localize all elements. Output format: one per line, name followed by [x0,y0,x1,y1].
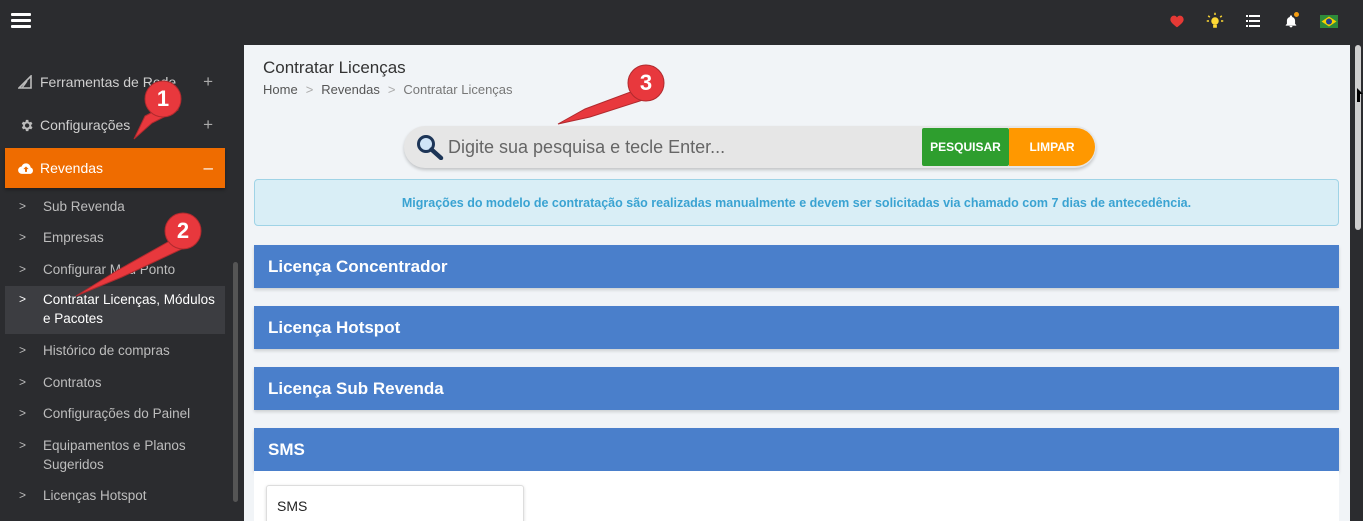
annotation-badge-3: 3 [639,70,653,95]
sidebar-subitem-historico-compras[interactable]: > Histórico de compras [5,341,225,360]
top-icons [1167,11,1339,31]
breadcrumb-separator: > [305,82,314,97]
search-bar: PESQUISAR LIMPAR [404,126,1096,168]
sidebar-subitem-configuracoes-painel[interactable]: > Configurações do Painel [5,404,225,423]
sidebar-item-settings[interactable]: Configurações + [5,105,225,145]
page-title: Contratar Licenças [263,58,406,77]
list-icon[interactable] [1243,11,1263,31]
sidebar-item-network-tools[interactable]: Ferramentas de Rede + [5,62,225,102]
sidebar-item-revendas[interactable]: Revendas – [5,148,225,188]
info-alert: Migrações do modelo de contratação são r… [254,179,1339,226]
chevron-right-icon: > [19,199,27,213]
sidebar-subitem-contratos[interactable]: > Contratos [5,373,225,392]
heart-icon[interactable] [1167,11,1187,31]
cloud-upload-icon [17,159,35,177]
annotation-badge-2: 2 [176,218,190,243]
panel-licenca-concentrador[interactable]: Licença Concentrador [254,245,1339,288]
notification-dot [1293,11,1300,18]
gear-icon [17,116,35,134]
sidebar-scrollbar[interactable] [233,262,238,502]
bell-icon[interactable] [1281,11,1301,31]
search-input[interactable] [448,131,918,163]
chevron-right-icon: > [19,406,27,420]
sidebar-subitem-configurar-meu-ponto[interactable]: > Configurar Meu Ponto [5,260,225,279]
hamburger-menu-icon[interactable] [11,13,31,28]
mouse-cursor-icon [1357,88,1363,107]
collapse-icon[interactable]: – [204,158,213,178]
brazil-flag-icon[interactable] [1319,11,1339,31]
breadcrumb: Home > Revendas > Contratar Licenças [263,82,513,97]
panel-licenca-sub-revenda[interactable]: Licença Sub Revenda [254,367,1339,410]
sidebar-subitem-licencas-hotspot[interactable]: > Licenças Hotspot [5,486,225,505]
chevron-right-icon: > [19,438,27,452]
chevron-right-icon: > [19,230,27,244]
network-tools-icon [17,73,35,91]
sidebar-subitem-equipamentos-planos[interactable]: > Equipamentos e Planos Sugeridos [5,436,225,474]
sidebar: Ferramentas de Rede + Configurações + Re… [0,42,232,521]
chevron-right-icon: > [19,375,27,389]
sms-card[interactable]: SMS [266,485,524,521]
page-scrollbar[interactable] [1355,45,1361,230]
breadcrumb-home[interactable]: Home [263,82,298,97]
breadcrumb-separator: > [387,82,396,97]
search-icon [416,134,444,165]
chevron-right-icon: > [19,488,27,502]
sidebar-item-label: Configurações [40,117,131,133]
lightbulb-icon[interactable] [1205,11,1225,31]
expand-icon[interactable]: + [203,72,213,92]
chevron-right-icon: > [19,343,27,357]
clear-button[interactable]: LIMPAR [1009,128,1095,166]
panel-sms[interactable]: SMS [254,428,1339,471]
top-bar [0,0,1363,42]
breadcrumb-current: Contratar Licenças [403,82,513,97]
chevron-right-icon: > [19,292,27,306]
main-content: Contratar Licenças Home > Revendas > Con… [244,45,1350,521]
sidebar-item-label: Revendas [40,160,104,176]
expand-icon[interactable]: + [203,115,213,135]
panel-licenca-hotspot[interactable]: Licença Hotspot [254,306,1339,349]
search-button[interactable]: PESQUISAR [922,128,1009,166]
panel-sms-body: SMS [254,471,1339,521]
breadcrumb-revendas[interactable]: Revendas [321,82,380,97]
annotation-badge-1: 1 [156,86,170,111]
sidebar-subitem-sub-revenda[interactable]: > Sub Revenda [5,197,225,216]
chevron-right-icon: > [19,262,27,276]
sidebar-subitem-contratar-licencas[interactable]: > Contratar Licenças, Módulos e Pacotes [5,286,225,334]
